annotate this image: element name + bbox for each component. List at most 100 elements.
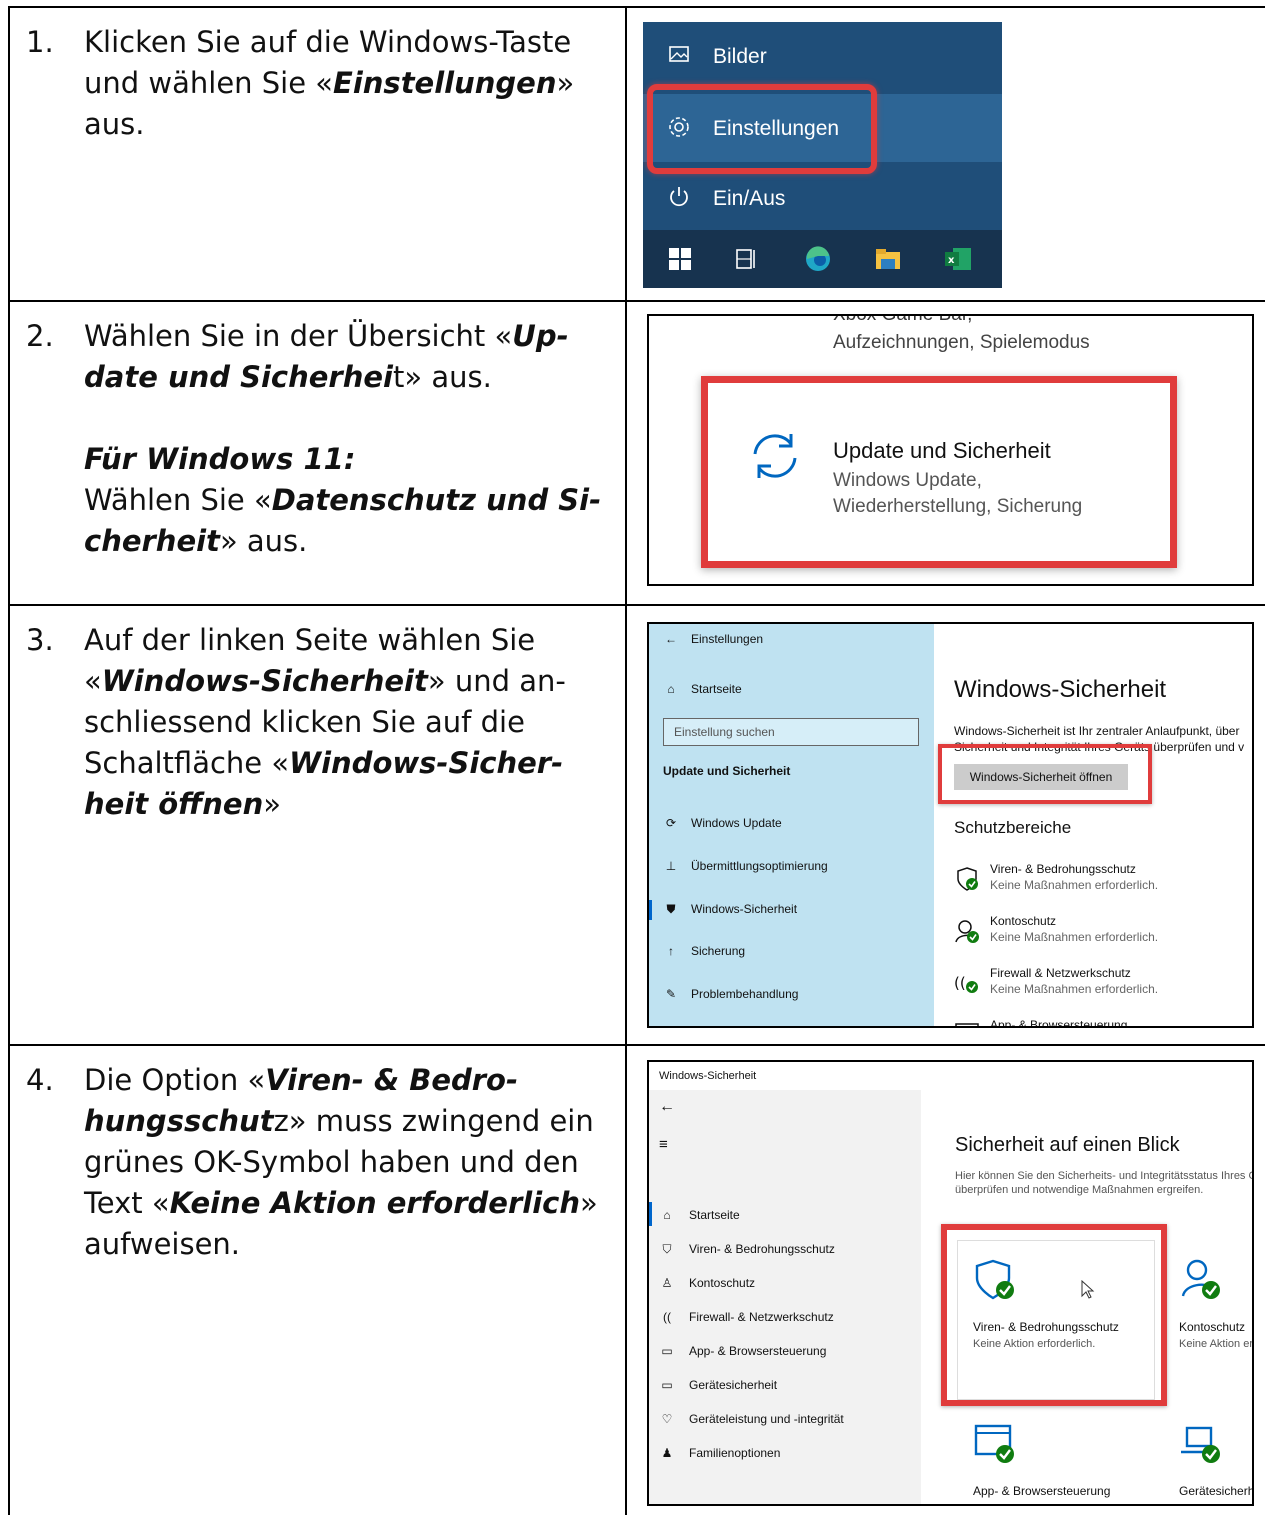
emphasized-text: cherheit [84,524,220,558]
sync-icon: ⟳ [665,816,677,830]
card-status: Keine Aktion erforderlich. [973,1338,1096,1350]
upload-icon: ↑ [668,944,674,958]
protection-area-account[interactable]: Kontoschutz Keine Maßnahmen erforderlich… [954,914,1252,950]
area-title: Firewall & Netzwerkschutz [990,966,1131,980]
page-description: überprüfen und notwendige Maßnahmen ergr… [955,1184,1204,1196]
back-arrow-icon[interactable]: ← [659,1098,675,1116]
step-line: und wählen Sie «Einstellungen» [84,66,575,100]
step-text: Auf der linken Seite wählen Sie «Windows-… [84,620,614,825]
file-explorer-icon[interactable] [873,244,903,274]
heart-icon: ♡ [661,1412,673,1426]
task-view-icon[interactable] [731,244,761,274]
menu-item-bilder[interactable]: Bilder [643,22,1002,90]
protection-area-app-browser[interactable]: App- & Browsersteuerung [954,1018,1252,1026]
wifi-check-icon: (( [954,970,980,996]
menu-item-label: Ein/Aus [713,187,786,210]
home-icon: ⌂ [667,682,675,696]
shield-icon: ⛉ [662,1242,672,1256]
settings-main: Windows-Sicherheit Windows-Sicherheit is… [934,624,1252,1026]
wifi-icon: (( [663,1310,671,1324]
wrench-icon: ✎ [665,987,677,1001]
windows-security-screenshot: Windows-Sicherheit ← ≡ ⌂ Startseite ⛉ Vire… [647,1060,1254,1506]
step-line: Für Windows 11: [84,439,614,480]
card-title: Viren- & Bedrohungsschutz [973,1320,1119,1334]
step-line: grünes OK-Symbol haben und den [84,1145,579,1179]
protection-area-virus[interactable]: Viren- & Bedrohungsschutz Keine Maßnahme… [954,862,1252,898]
protection-area-firewall[interactable]: (( Firewall & Netzwerkschutz Keine Maßna… [954,966,1252,1002]
sidebar-item-app-browser[interactable]: ▭ App- & Browsersteuerung [659,1344,826,1358]
laptop-check-icon [1179,1422,1223,1469]
person-icon: ♙ [661,1276,673,1290]
person-check-icon [1179,1258,1223,1305]
card-title[interactable]: Kontoschutz [1179,1320,1245,1334]
sidebar-item-windows-update[interactable]: ⟳ Windows Update [663,816,782,830]
sidebar-item-label: Firewall- & Netzwerkschutz [689,1310,834,1324]
card-title[interactable]: App- & Browsersteuerung [973,1484,1110,1498]
step-text: Die Option «Viren- & Bedro-hungsschutz» … [84,1060,614,1265]
cursor-icon [1081,1279,1095,1303]
step-line: Die Option «Viren- & Bedro- [84,1063,519,1097]
card-status: Keine Aktion er [1179,1338,1253,1350]
step-line: Auf der linken Seite wählen Sie [84,623,536,657]
start-menu-screenshot: Bilder Einstellungen Ein/Aus x [643,22,1002,288]
instruction-cell: 3. Auf der linken Seite wählen Sie «Windo… [10,606,627,1044]
windows-start-icon[interactable] [665,244,695,274]
sidebar-item-startseite[interactable]: ⌂ Startseite [663,682,742,696]
sidebar-item-device-security[interactable]: ▭ Gerätesicherheit [659,1378,777,1392]
update-security-screenshot: ← Einstellungen ⌂ Startseite Einstellung s… [647,622,1254,1028]
laptop-icon: ▭ [661,1378,673,1392]
sidebar-item-startseite[interactable]: ⌂ Startseite [659,1208,739,1222]
sidebar-item-label: Kontoschutz [689,1276,756,1290]
emphasized-text: Viren- & Bedro- [265,1063,519,1097]
emphasized-text: date und Sicherhei [84,360,393,394]
step-line: hungsschutz» muss zwingend ein [84,1104,594,1138]
emphasized-text: heit öffnen [84,787,264,821]
svg-text:((: (( [954,974,966,992]
step-line: aus. [84,107,145,141]
active-indicator [649,900,652,920]
menu-item-ein-aus[interactable]: Ein/Aus [643,164,1002,232]
sidebar-section-title: Update und Sicherheit [663,764,791,778]
instruction-cell: 1. Klicken Sie auf die Windows-Taste und … [10,8,627,300]
sidebar-item-label: Windows-Sicherheit [691,902,798,916]
sidebar-item-sicherung[interactable]: ↑ Sicherung [663,944,745,958]
sidebar-item-account[interactable]: ♙ Kontoschutz [659,1276,755,1290]
table-row: 2. Wählen Sie in der Übersicht «Up-date … [10,302,1265,606]
sidebar-item-label: Gerätesicherheit [689,1378,778,1392]
step-line: cherheit» aus. [84,524,308,558]
step-number: 1. [26,25,54,59]
sidebar-item-virus[interactable]: ⛉ Viren- & Bedrohungsschutz [659,1242,834,1257]
back-button[interactable]: ← Einstellungen [663,632,763,646]
sidebar-item-label: Problembehandlung [691,987,799,1001]
shield-icon: ⛊ [666,902,676,916]
step-line: Schaltfläche «Windows-Sicher- [84,746,564,780]
sidebar-item-label: Windows Update [691,816,782,830]
area-title: Viren- & Bedrohungsschutz [990,862,1136,876]
sidebar-item-windows-sicherheit[interactable]: ⛊ Windows-Sicherheit [663,902,797,917]
category-title[interactable]: Update und Sicherheit [833,438,1051,464]
window-title: Windows-Sicherheit [659,1070,757,1082]
step-line: Wählen Sie in der Übersicht «Up- [84,319,569,353]
edge-icon[interactable] [803,244,833,274]
sidebar-item-problembehandlung[interactable]: ✎ Problembehandlung [663,987,798,1001]
excel-icon[interactable]: x [943,244,973,274]
card-title[interactable]: Gerätesicherh [1179,1484,1252,1498]
sidebar-item-family[interactable]: ♟ Familienoptionen [659,1446,781,1460]
step-line: Wählen Sie «Datenschutz und Si- [84,483,602,517]
step-line: date und Sicherheit» aus. [84,360,492,394]
step-number: 4. [26,1063,54,1097]
hamburger-menu-icon[interactable]: ≡ [659,1136,668,1153]
sidebar-item-device-performance[interactable]: ♡ Geräteleistung und -integrität [659,1412,844,1426]
sidebar-item-uebermittlungsoptimierung[interactable]: ⊥ Übermittlungsoptimierung [663,859,828,873]
table-row: 4. Die Option «Viren- & Bedro-hungsschut… [10,1046,1265,1515]
sidebar-item-firewall[interactable]: (( Firewall- & Netzwerkschutz [659,1310,834,1324]
screenshot-cell: ← Einstellungen ⌂ Startseite Einstellung s… [627,606,1265,1044]
sidebar-item-label: Startseite [691,682,742,696]
delivery-icon: ⊥ [665,859,677,873]
highlight-box [938,744,1152,804]
home-icon: ⌂ [663,1208,671,1222]
search-input[interactable]: Einstellung suchen [663,718,919,746]
step-line: schliessend klicken Sie auf die [84,705,525,739]
step-line: heit öffnen» [84,787,281,821]
